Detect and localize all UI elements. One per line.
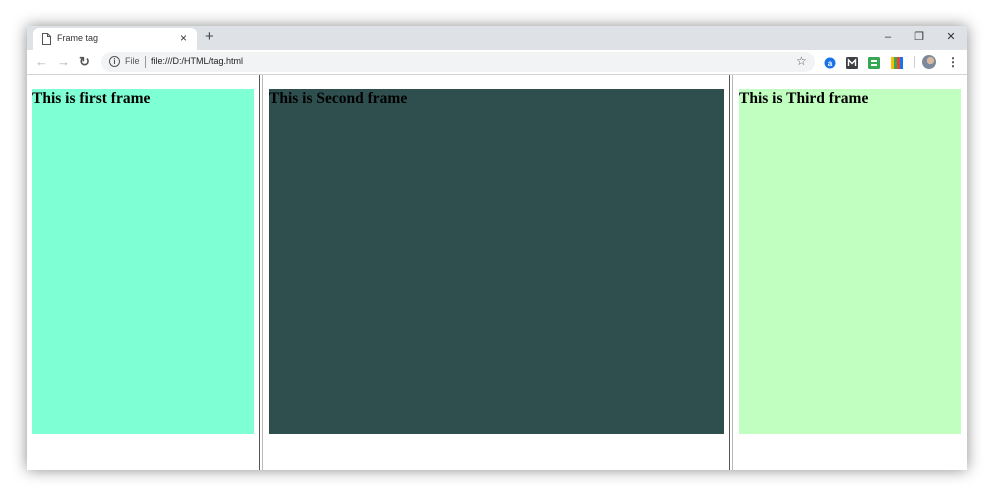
frame-divider-left[interactable] [259,75,263,470]
url-text[interactable]: file:///D:/HTML/tag.html [151,56,243,66]
frame-third-body: This is Third frame [739,89,961,434]
frame-third-heading: This is Third frame [739,90,869,107]
frame-second-heading: This is Second frame [269,90,408,107]
info-icon[interactable]: i [109,56,120,67]
page-icon [42,33,51,45]
tab-frame-tag[interactable]: Frame tag × [33,28,197,50]
bookmark-star-icon[interactable]: ☆ [796,54,807,68]
a-extension-icon[interactable]: a [824,56,836,69]
frame-second: This is Second frame [264,75,729,470]
frame-second-body: This is Second frame [269,89,724,434]
new-tab-button[interactable]: + [205,28,214,46]
frame-first-heading: This is first frame [32,90,151,107]
page-viewport: This is first frame This is Second frame… [27,75,967,470]
svg-text:a: a [828,59,833,68]
frame-first: This is first frame [27,75,259,470]
green-extension-icon[interactable] [868,56,880,69]
colorbars-extension-icon[interactable] [891,56,903,69]
back-button[interactable]: ← [35,54,48,70]
address-divider [145,56,146,68]
browser-window: Frame tag × + – ❐ ✕ ← → ↻ i File file://… [27,26,967,470]
frame-third: This is Third frame [734,75,967,470]
close-tab-icon[interactable]: × [180,30,187,46]
close-window-button[interactable]: ✕ [937,28,965,46]
forward-button[interactable]: → [57,54,70,70]
kebab-menu-icon[interactable]: ⋮ [947,55,959,69]
minimize-button[interactable]: – [874,28,902,46]
reload-button[interactable]: ↻ [79,54,90,70]
toolbar-divider [914,56,915,68]
address-bar[interactable]: i File file:///D:/HTML/tag.html ☆ [101,52,815,72]
restore-button[interactable]: ❐ [905,28,933,46]
tab-title: Frame tag [57,33,99,43]
toolbar: ← → ↻ i File file:///D:/HTML/tag.html ☆ … [27,50,967,75]
m-extension-icon[interactable] [846,56,858,69]
tab-strip: Frame tag × + – ❐ ✕ [27,26,967,50]
frame-divider-right[interactable] [729,75,733,470]
frame-first-body: This is first frame [32,89,254,434]
scheme-label: File [125,56,140,66]
profile-avatar[interactable] [922,55,936,69]
